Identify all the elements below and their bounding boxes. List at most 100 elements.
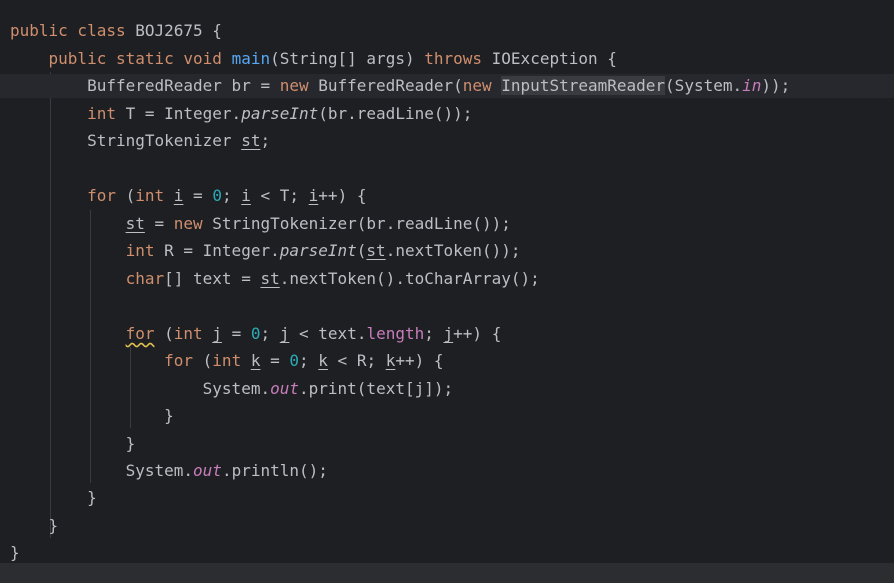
token-reassigned-var: st — [260, 269, 280, 288]
token-reassigned-var: st — [366, 241, 386, 260]
code-line-16[interactable]: } — [10, 432, 136, 456]
token-reassigned-var: j — [279, 324, 290, 343]
token-reassigned-var: st — [241, 131, 261, 150]
token-reassigned-var: j — [212, 324, 222, 343]
code-line-5[interactable]: StringTokenizer st; — [10, 129, 270, 153]
token-text: ; — [299, 351, 319, 370]
token-text: StringTokenizer — [87, 131, 242, 150]
token-brace: } — [87, 488, 97, 507]
token-keyword: int — [173, 324, 213, 343]
token-text: ( — [154, 324, 174, 343]
code-line-7[interactable]: for (int i = 0; i < T; i++) { — [10, 184, 366, 208]
token-keyword: public static void — [48, 49, 232, 68]
token-keyword: int — [212, 351, 251, 370]
code-line-20[interactable]: } — [10, 541, 20, 565]
code-line-2[interactable]: public static void main(String[] args) t… — [10, 47, 617, 71]
token-number: 0 — [212, 186, 222, 205]
token-text: .println(); — [221, 461, 328, 480]
token-text: (br.readLine()); — [318, 104, 473, 123]
token-keyword: new — [462, 76, 502, 95]
code-line-12[interactable]: for (int j = 0; j < text.length; j++) { — [10, 322, 502, 346]
token-text: ; — [260, 131, 271, 150]
code-line-10[interactable]: char[] text = st.nextToken().toCharArray… — [10, 267, 540, 291]
token-text: ++) { — [318, 186, 367, 205]
token-text: = — [144, 214, 174, 233]
token-text: BufferedReader( — [318, 76, 463, 95]
token-keyword: public class — [10, 21, 136, 40]
token-static-field: out — [193, 461, 222, 480]
code-line-8[interactable]: st = new StringTokenizer(br.readLine()); — [10, 212, 511, 236]
token-text: R = Integer. — [164, 241, 280, 260]
token-text: ( — [125, 186, 136, 205]
token-text: = — [183, 186, 213, 205]
code-line-9[interactable]: int R = Integer.parseInt(st.nextToken())… — [10, 239, 521, 263]
token-text: T = Integer. — [125, 104, 242, 123]
token-text: < text. — [289, 324, 367, 343]
token-text: ++) { — [453, 324, 502, 343]
token-text: < R; — [327, 351, 386, 370]
token-text: .print(text[j]); — [299, 379, 454, 398]
token-text: ( — [202, 351, 213, 370]
code-line-17[interactable]: System.out.println(); — [10, 459, 328, 483]
token-reassigned-var: k — [385, 351, 396, 370]
token-keyword: new — [173, 214, 213, 233]
token-text: ; — [424, 324, 444, 343]
token-text: [] text = — [164, 269, 261, 288]
code-editor[interactable]: public class BOJ2675 { public static voi… — [0, 0, 894, 583]
token-keyword-warning: for — [125, 324, 155, 343]
token-text: .nextToken().toCharArray(); — [279, 269, 540, 288]
token-text: )); — [761, 76, 791, 95]
editor-bottom-area — [0, 563, 894, 583]
token-brace: } — [10, 543, 20, 562]
token-keyword: throws — [424, 49, 492, 68]
token-reassigned-var: i — [308, 186, 319, 205]
token-keyword: for — [164, 351, 203, 370]
code-line-1[interactable]: public class BOJ2675 { — [10, 19, 222, 43]
token-keyword: char — [125, 269, 165, 288]
token-static-field: out — [270, 379, 299, 398]
token-reassigned-var: j — [443, 324, 454, 343]
token-reassigned-var: i — [173, 186, 184, 205]
token-text: (System. — [665, 76, 743, 95]
token-brace: } — [48, 516, 59, 535]
token-text: = — [260, 351, 290, 370]
token-text: ++) { — [395, 351, 444, 370]
token-text: BufferedReader br = — [87, 76, 280, 95]
token-static-method: parseInt — [279, 241, 357, 260]
code-line-15[interactable]: } — [10, 404, 174, 428]
token-brace: } — [125, 434, 136, 453]
token-text: System. — [125, 461, 194, 480]
token-text: StringTokenizer(br.readLine()); — [212, 214, 511, 233]
token-text: ; — [260, 324, 280, 343]
token-keyword: new — [279, 76, 319, 95]
token-text: BOJ2675 { — [135, 21, 222, 40]
token-static-method: parseInt — [241, 104, 319, 123]
token-keyword: int — [135, 186, 174, 205]
token-highlighted: InputStreamReader — [501, 76, 666, 95]
token-static-field: in — [742, 76, 762, 95]
token-text: (String[] args) — [270, 49, 425, 68]
token-reassigned-var: k — [318, 351, 328, 370]
token-brace: } — [164, 406, 174, 425]
code-line-14[interactable]: System.out.print(text[j]); — [10, 377, 453, 401]
code-line-19[interactable]: } — [10, 514, 59, 538]
code-line-3-current[interactable]: BufferedReader br = new BufferedReader(n… — [0, 74, 894, 98]
token-text: < T; — [250, 186, 309, 205]
token-text: = — [221, 324, 251, 343]
code-line-4[interactable]: int T = Integer.parseInt(br.readLine()); — [10, 102, 472, 126]
token-reassigned-var: i — [241, 186, 251, 205]
token-keyword: int — [125, 241, 165, 260]
token-text: System. — [202, 379, 271, 398]
token-text: ( — [356, 241, 367, 260]
code-line-13[interactable]: for (int k = 0; k < R; k++) { — [10, 349, 444, 373]
token-text: IOException { — [491, 49, 617, 68]
token-text: ; — [221, 186, 242, 205]
token-text: .nextToken()); — [385, 241, 521, 260]
token-keyword: int — [87, 104, 126, 123]
token-method-name: main — [231, 49, 271, 68]
token-number: 0 — [289, 351, 300, 370]
token-field: length — [366, 324, 425, 343]
token-reassigned-var: st — [125, 214, 145, 233]
token-keyword: for — [87, 186, 126, 205]
code-line-18[interactable]: } — [10, 486, 97, 510]
